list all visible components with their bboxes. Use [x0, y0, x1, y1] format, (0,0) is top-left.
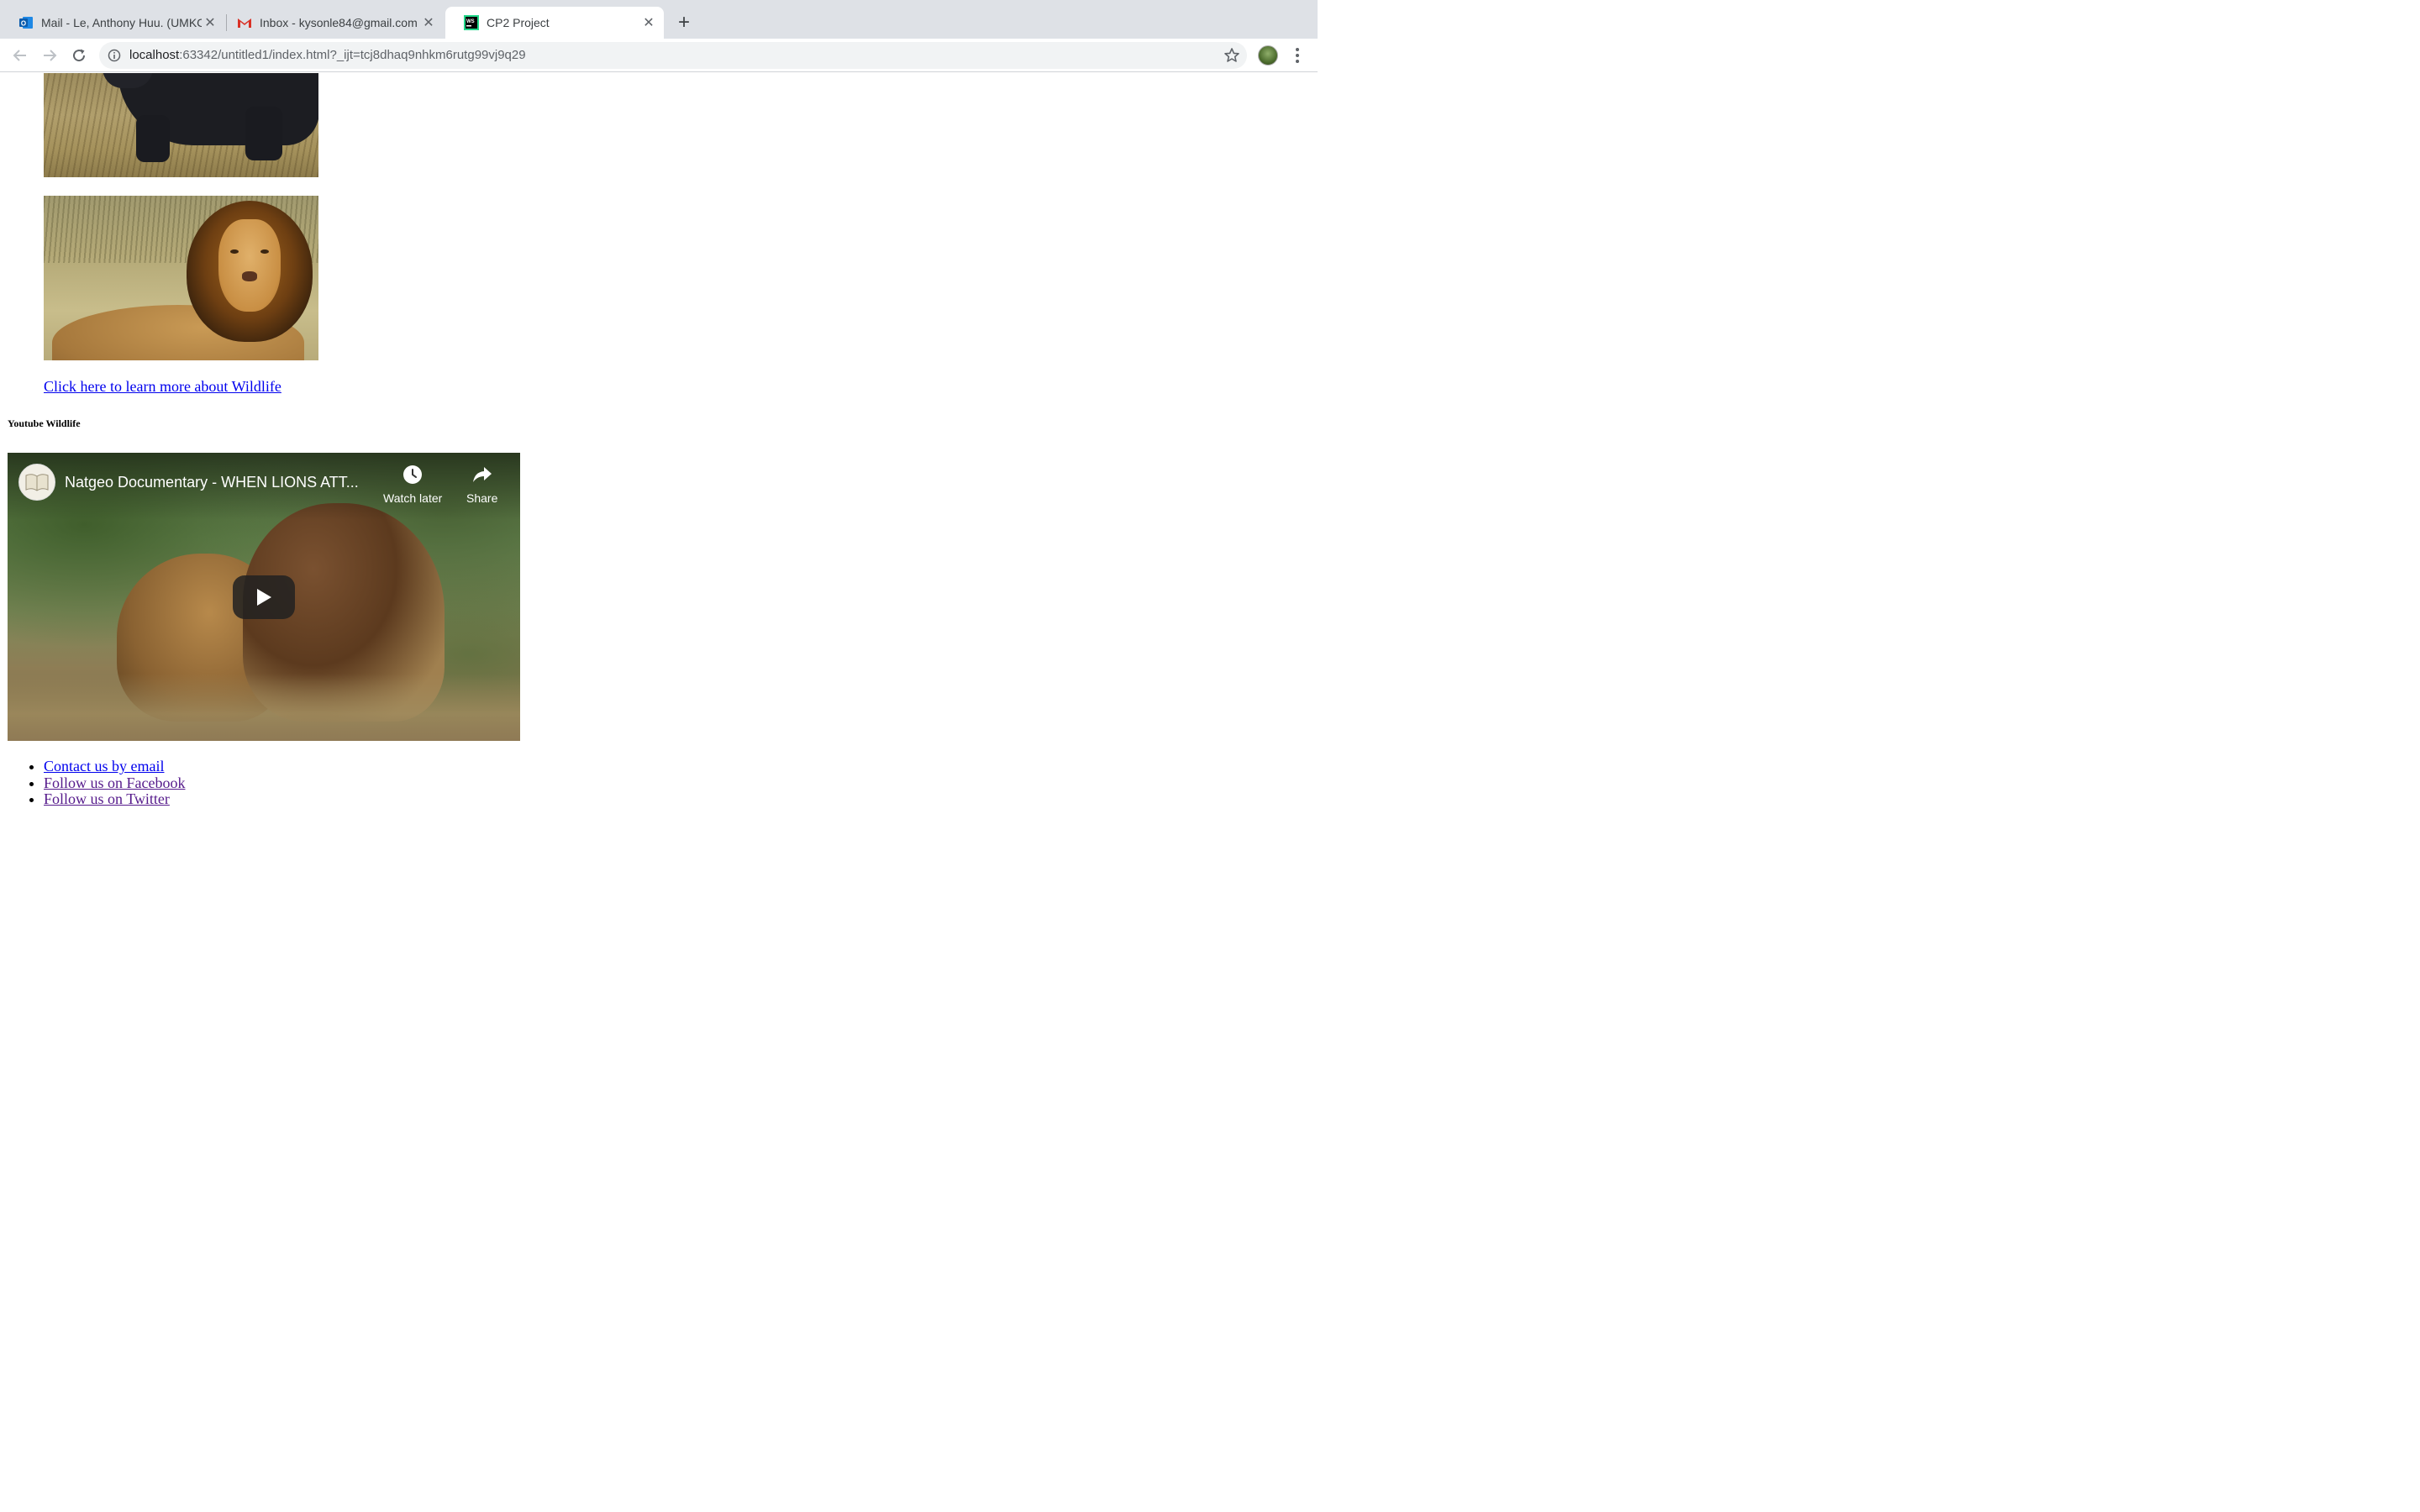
tab-outlook-mail[interactable]: O Mail - Le, Anthony Huu. (UMKC ✕: [0, 7, 225, 39]
outlook-icon: O: [18, 15, 34, 30]
webstorm-icon: WS: [464, 15, 479, 30]
page-viewport: Click here to learn more about Wildlife …: [0, 73, 1318, 823]
share-label: Share: [466, 491, 498, 505]
twitter-link[interactable]: Follow us on Twitter: [44, 790, 170, 807]
tab-cp2-project[interactable]: WS CP2 Project ✕: [445, 7, 664, 39]
bookmark-star-icon[interactable]: [1223, 47, 1240, 64]
video-title[interactable]: Natgeo Documentary - WHEN LIONS ATT...: [65, 474, 359, 491]
profile-avatar[interactable]: [1258, 45, 1278, 66]
address-bar[interactable]: localhost:63342/untitled1/index.html?_ij…: [99, 42, 1247, 69]
back-button[interactable]: [8, 44, 32, 67]
tab-title: Inbox - kysonle84@gmail.com: [260, 16, 418, 29]
forward-button[interactable]: [38, 44, 61, 67]
play-icon: [257, 589, 271, 606]
share-button[interactable]: Share: [466, 463, 497, 505]
tab-strip: O Mail - Le, Anthony Huu. (UMKC ✕ Inbox …: [0, 0, 1318, 39]
back-arrow-icon: [13, 50, 26, 61]
share-arrow-icon: [472, 467, 492, 482]
contact-email-link[interactable]: Contact us by email: [44, 758, 164, 774]
close-icon[interactable]: ✕: [640, 14, 657, 31]
new-tab-button[interactable]: +: [672, 11, 696, 34]
url-host: localhost: [129, 48, 180, 62]
book-icon: [25, 474, 49, 491]
forward-arrow-icon: [44, 50, 57, 61]
channel-avatar[interactable]: [18, 464, 55, 501]
url-path: :63342/untitled1/index.html?_ijt=tcj8dha…: [179, 48, 526, 62]
lion-image: [44, 196, 318, 360]
reload-button[interactable]: [67, 44, 91, 67]
svg-text:WS: WS: [466, 19, 475, 24]
facebook-link[interactable]: Follow us on Facebook: [44, 774, 186, 791]
play-button[interactable]: [233, 575, 295, 619]
watch-later-button[interactable]: Watch later: [383, 463, 442, 505]
tab-title: Mail - Le, Anthony Huu. (UMKC: [41, 16, 202, 29]
bear-image: [44, 73, 318, 177]
tab-gmail-inbox[interactable]: Inbox - kysonle84@gmail.com ✕: [218, 7, 444, 39]
gmail-icon: [237, 15, 252, 30]
clock-icon: [403, 465, 423, 484]
list-item: Follow us on Twitter: [44, 790, 186, 808]
list-item: Follow us on Facebook: [44, 774, 186, 792]
watch-later-label: Watch later: [383, 491, 443, 505]
svg-text:O: O: [21, 20, 26, 28]
browser-menu-icon[interactable]: [1289, 45, 1306, 66]
tab-title: CP2 Project: [487, 16, 550, 29]
footer-links-list: Contact us by email Follow us on Faceboo…: [44, 758, 186, 808]
url-text[interactable]: localhost:63342/untitled1/index.html?_ij…: [129, 48, 526, 62]
browser-toolbar: localhost:63342/untitled1/index.html?_ij…: [0, 39, 1318, 72]
youtube-heading: Youtube Wildlife: [8, 417, 81, 429]
list-item: Contact us by email: [44, 758, 186, 775]
youtube-video-embed[interactable]: Natgeo Documentary - WHEN LIONS ATT... W…: [8, 453, 520, 741]
close-icon[interactable]: ✕: [202, 14, 218, 31]
info-icon: [108, 49, 121, 62]
reload-icon: [73, 49, 86, 62]
learn-more-wildlife-link[interactable]: Click here to learn more about Wildlife: [44, 378, 281, 396]
close-icon[interactable]: ✕: [420, 14, 437, 31]
